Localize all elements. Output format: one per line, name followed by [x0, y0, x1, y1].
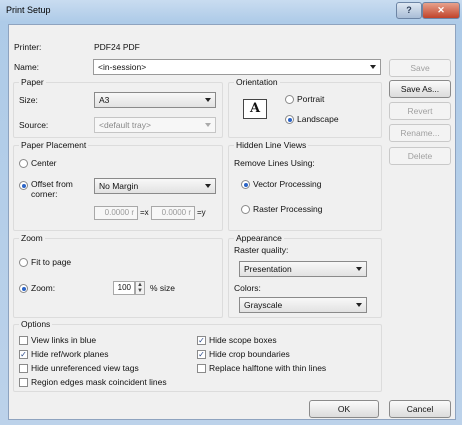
- size-dropdown[interactable]: A3: [94, 92, 216, 108]
- chevron-down-icon: [370, 65, 376, 69]
- options-group-title: Options: [19, 319, 53, 329]
- printer-value: PDF24 PDF: [94, 42, 140, 52]
- remove-lines-label: Remove Lines Using:: [234, 158, 315, 168]
- hide-crop-boundaries-checkbox[interactable]: ✓: [197, 350, 206, 359]
- zoom-suffix: % size: [150, 283, 176, 293]
- page-orientation-icon: A: [243, 99, 267, 119]
- colors-dropdown[interactable]: Grayscale: [239, 297, 367, 313]
- hide-scope-boxes-checkbox[interactable]: ✓: [197, 336, 206, 345]
- hidden-line-views-group: Hidden Line Views Remove Lines Using: Ve…: [228, 140, 382, 231]
- printer-label: Printer:: [14, 42, 42, 52]
- center-label: Center: [31, 158, 57, 168]
- center-radio[interactable]: [19, 159, 28, 168]
- revert-button[interactable]: Revert: [389, 102, 451, 120]
- zoom-group-title: Zoom: [19, 233, 45, 243]
- offset-dropdown[interactable]: No Margin: [94, 178, 216, 194]
- portrait-label: Portrait: [297, 94, 325, 104]
- size-label: Size:: [19, 95, 38, 105]
- print-setup-window: Print Setup ? ✕ Printer: PDF24 PDF Name:…: [0, 0, 462, 425]
- hide-crop-boundaries-label: Hide crop boundaries: [209, 349, 290, 359]
- colors-value: Grayscale: [244, 300, 283, 310]
- options-group: Options View links in blue ✓ Hide scope …: [13, 319, 382, 392]
- replace-halftone-label: Replace halftone with thin lines: [209, 363, 327, 373]
- name-label: Name:: [14, 62, 40, 72]
- hide-unreferenced-tags-checkbox[interactable]: [19, 364, 28, 373]
- delete-button[interactable]: Delete: [389, 147, 451, 165]
- offset-label: Offset from corner:: [31, 179, 73, 199]
- hide-unreferenced-tags-label: Hide unreferenced view tags: [31, 363, 139, 373]
- region-edges-mask-checkbox[interactable]: [19, 378, 28, 387]
- hide-ref-work-planes-checkbox[interactable]: ✓: [19, 350, 28, 359]
- name-dropdown[interactable]: <in-session>: [93, 59, 381, 75]
- offset-dropdown-value: No Margin: [99, 181, 139, 191]
- offset-x-suffix: =x: [140, 208, 149, 217]
- raster-quality-label: Raster quality:: [234, 245, 289, 255]
- raster-quality-value: Presentation: [244, 264, 292, 274]
- chevron-down-icon: [205, 123, 211, 127]
- offset-y-suffix: =y: [197, 208, 206, 217]
- hidden-lines-group-title: Hidden Line Views: [234, 140, 309, 150]
- offset-x-input[interactable]: 0.0000 r: [94, 206, 138, 220]
- view-links-blue-label: View links in blue: [31, 335, 97, 345]
- save-button[interactable]: Save: [389, 59, 451, 77]
- replace-halftone-checkbox[interactable]: [197, 364, 206, 373]
- vector-processing-radio[interactable]: [241, 180, 250, 189]
- offset-y-input[interactable]: 0.0000 r: [151, 206, 195, 220]
- portrait-radio[interactable]: [285, 95, 294, 104]
- fit-to-page-radio[interactable]: [19, 258, 28, 267]
- hide-ref-work-planes-label: Hide ref/work planes: [31, 349, 109, 359]
- zoom-group: Zoom Fit to page Zoom: 100 ▲ ▼ % size: [13, 233, 223, 318]
- offset-radio[interactable]: [19, 181, 28, 190]
- source-dropdown-value: <default tray>: [99, 120, 151, 130]
- chevron-down-icon: [356, 267, 362, 271]
- hide-scope-boxes-label: Hide scope boxes: [209, 335, 277, 345]
- chevron-down-icon: [356, 303, 362, 307]
- chevron-down-icon: [205, 98, 211, 102]
- ok-button[interactable]: OK: [309, 400, 379, 418]
- name-dropdown-value: <in-session>: [98, 62, 147, 72]
- placement-group-title: Paper Placement: [19, 140, 89, 150]
- zoom-input[interactable]: 100: [113, 281, 135, 295]
- orientation-group-title: Orientation: [234, 77, 280, 87]
- cancel-button[interactable]: Cancel: [389, 400, 451, 418]
- source-label: Source:: [19, 120, 49, 130]
- landscape-label: Landscape: [297, 114, 339, 124]
- rename-button[interactable]: Rename...: [389, 124, 451, 142]
- appearance-group: Appearance Raster quality: Presentation …: [228, 233, 382, 318]
- raster-processing-label: Raster Processing: [253, 204, 323, 214]
- dialog-body: Printer: PDF24 PDF Name: <in-session> Sa…: [8, 24, 456, 420]
- zoom-spinner[interactable]: ▲ ▼: [135, 281, 145, 295]
- help-button[interactable]: ?: [396, 2, 422, 19]
- paper-placement-group: Paper Placement Center Offset from corne…: [13, 140, 223, 231]
- orientation-group: Orientation A Portrait Landscape: [228, 77, 382, 138]
- raster-quality-dropdown[interactable]: Presentation: [239, 261, 367, 277]
- source-dropdown[interactable]: <default tray>: [94, 117, 216, 133]
- paper-group: Paper Size: A3 Source: <default tray>: [13, 77, 223, 138]
- chevron-down-icon: [205, 184, 211, 188]
- vector-processing-label: Vector Processing: [253, 179, 322, 189]
- zoom-radio[interactable]: [19, 284, 28, 293]
- raster-processing-radio[interactable]: [241, 205, 250, 214]
- zoom-label: Zoom:: [31, 283, 56, 293]
- size-dropdown-value: A3: [99, 95, 110, 105]
- title-bar[interactable]: Print Setup ? ✕: [0, 0, 462, 20]
- view-links-blue-checkbox[interactable]: [19, 336, 28, 345]
- window-title: Print Setup: [6, 5, 51, 15]
- landscape-radio[interactable]: [285, 115, 294, 124]
- region-edges-mask-label: Region edges mask coincident lines: [31, 377, 167, 387]
- fit-to-page-label: Fit to page: [31, 257, 72, 267]
- paper-group-title: Paper: [19, 77, 46, 87]
- save-as-button[interactable]: Save As...: [389, 80, 451, 98]
- appearance-group-title: Appearance: [234, 233, 284, 243]
- close-button[interactable]: ✕: [422, 2, 460, 19]
- colors-label: Colors:: [234, 283, 261, 293]
